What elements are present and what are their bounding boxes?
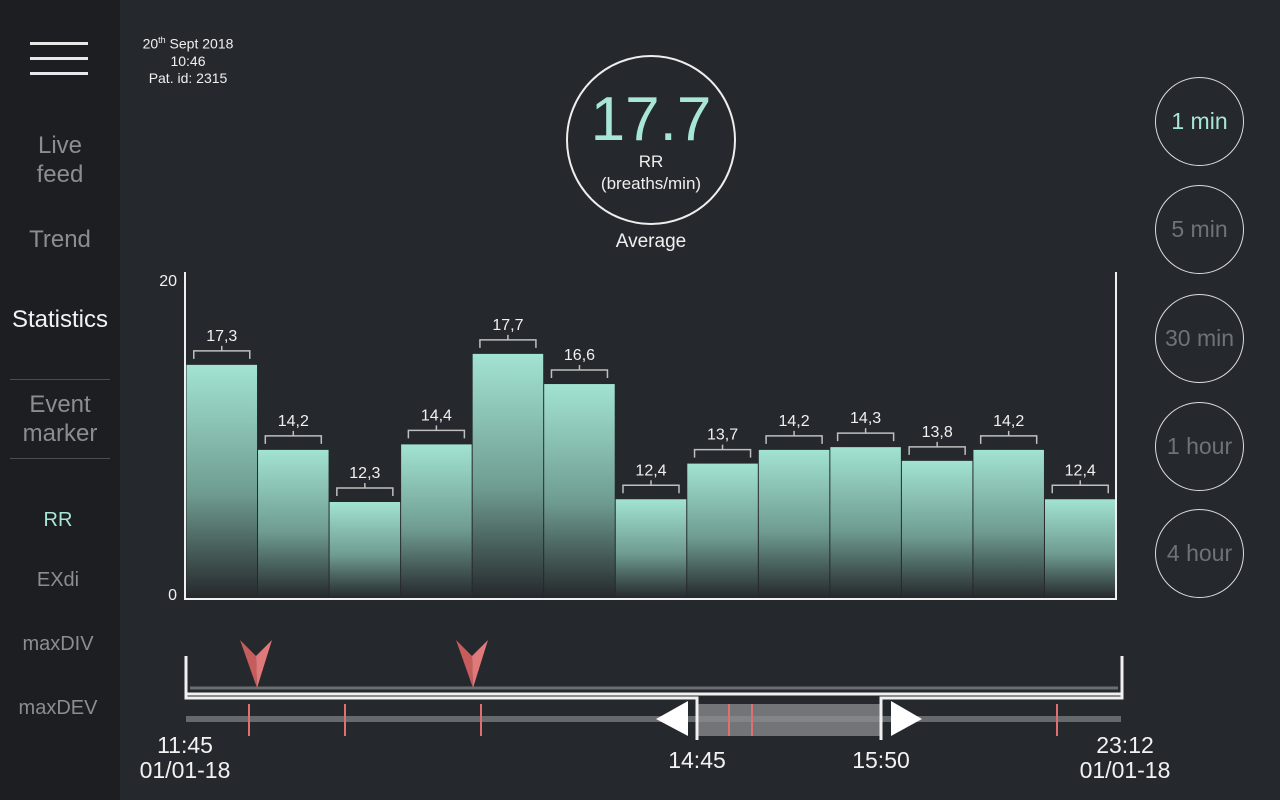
window-right-handle-icon[interactable] [891, 701, 922, 736]
chart-bar [258, 449, 329, 598]
bar-value-bracket [765, 430, 823, 444]
event-marker-icon[interactable] [240, 640, 272, 688]
bar-value-label: 12,3 [349, 465, 380, 482]
timeline-end-label: 23:12 01/01-18 [1079, 732, 1171, 783]
hamburger-menu-icon[interactable] [30, 42, 88, 78]
bar-value-bracket [550, 365, 609, 379]
bar-value-bracket [622, 480, 680, 494]
window-left-handle-icon[interactable] [656, 701, 688, 736]
timeline-track [186, 716, 1121, 722]
chart-bar [687, 463, 758, 598]
window-end-time: 15:50 [852, 747, 910, 773]
bar-value-bracket [479, 334, 537, 348]
interval-4-hour-button[interactable]: 4 hour [1155, 509, 1244, 598]
bar-value-bracket [1051, 480, 1109, 494]
bar-value-label: 12,4 [1065, 462, 1096, 479]
chart-bar [758, 449, 830, 598]
chart-bar [401, 444, 472, 598]
chart-bar [186, 364, 258, 598]
interval-1-min-button[interactable]: 1 min [1155, 77, 1244, 166]
interval-30-min-button[interactable]: 30 min [1155, 294, 1244, 383]
nav-trend[interactable]: Trend [0, 225, 120, 254]
average-caption: Average [615, 231, 687, 252]
bar-value-label: 12,4 [635, 462, 666, 479]
bar-value-label: 14,2 [993, 413, 1024, 430]
session-date: 20th Sept 2018 [142, 35, 234, 52]
bar-value-label: 14,4 [421, 407, 452, 424]
interval-5-min-button[interactable]: 5 min [1155, 185, 1244, 274]
session-info: 20th Sept 2018 10:46 Pat. id: 2315 [136, 32, 240, 87]
bar-value-bracket [836, 428, 895, 442]
bar-value-label: 13,7 [707, 427, 738, 444]
chart-bar [973, 449, 1044, 598]
bar-value-label: 14,2 [278, 413, 309, 430]
bar-value-label: 13,8 [922, 424, 953, 441]
metric-exdi[interactable]: EXdi [0, 569, 116, 592]
session-time: 10:46 [170, 52, 206, 69]
bar-value-bracket [979, 430, 1038, 444]
bar-value-label: 17,3 [206, 328, 237, 345]
bar-value-bracket [193, 345, 251, 359]
timeline-start-label: 11:45 01/01-18 [139, 732, 231, 783]
chart-bar [901, 460, 973, 598]
average-gauge: 17.7 RR (breaths/min) [566, 55, 736, 225]
patient-id: Pat. id: 2315 [148, 69, 228, 86]
chart-bar [1044, 499, 1116, 598]
bar-value-label: 14,2 [779, 413, 810, 430]
bar-value-bracket [908, 441, 966, 455]
interval-1-hour-button[interactable]: 1 hour [1155, 402, 1244, 491]
metric-rr[interactable]: RR [0, 509, 116, 532]
chart-bar [329, 502, 401, 598]
average-unit-label: RR (breaths/min) [600, 152, 702, 193]
bar-value-label: 16,6 [564, 347, 595, 364]
bar-value-label: 17,7 [492, 317, 523, 334]
event-marker-icon[interactable] [456, 640, 488, 688]
nav-live-feed[interactable]: Live feed [0, 131, 120, 189]
y-tick-min: 0 [168, 587, 177, 604]
rr-bar-chart: 17,3 14,2 12,3 14,4 17,7 16,6 12,4 13,7 14,2 14,3… [159, 272, 1117, 604]
bar-value-bracket [407, 425, 466, 439]
sidebar: Live feed Trend Statistics Event marker … [0, 0, 120, 800]
nav-statistics[interactable]: Statistics [0, 305, 120, 334]
metric-maxdev[interactable]: maxDEV [0, 697, 116, 720]
chart-bar [544, 384, 615, 598]
bar-value-bracket [264, 430, 323, 444]
bar-value-label: 14,3 [850, 410, 881, 427]
average-value: 17.7 [590, 85, 712, 154]
chart-bar [830, 447, 901, 598]
nav-event-marker[interactable]: Event marker [0, 390, 120, 448]
sidebar-divider [10, 458, 110, 459]
timeline-scrubber[interactable] [130, 630, 1150, 740]
bar-value-bracket [336, 483, 394, 496]
window-start-time: 14:45 [668, 747, 726, 773]
chart-bar [615, 499, 687, 598]
bar-value-bracket [693, 444, 752, 458]
sidebar-divider [10, 379, 110, 380]
chart-bar [472, 353, 544, 598]
metric-maxdiv[interactable]: maxDIV [0, 633, 116, 656]
timeline-selection[interactable] [697, 704, 881, 736]
y-tick-max: 20 [159, 273, 177, 290]
